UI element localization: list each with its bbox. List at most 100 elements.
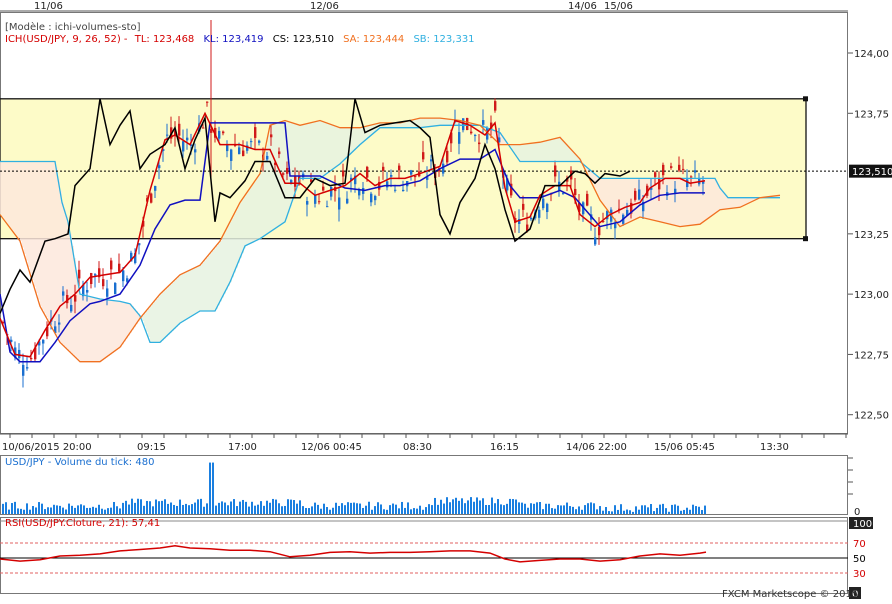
time-axis: 10/06/2015 20:00 09:15 17:00 12/06 00:45…: [0, 433, 848, 453]
volume-bar: [479, 500, 481, 514]
candle-body: [22, 364, 25, 376]
cloud-segment: [616, 178, 618, 222]
volume-bar: [482, 498, 484, 514]
cloud-segment: [314, 121, 316, 179]
volume-bar: [590, 502, 592, 514]
candle-body: [658, 179, 661, 190]
volume-bar: [146, 500, 148, 514]
rsi-panel[interactable]: RSI(USD/JPY.Cloture, 21): 57,41 100 70 5…: [0, 517, 873, 600]
candle-body: [58, 322, 61, 325]
cloud-segment: [128, 303, 130, 336]
volume-bar: [593, 503, 595, 514]
volume-bar: [383, 509, 385, 514]
candle-body: [206, 101, 209, 103]
cloud-segment: [232, 217, 234, 278]
range-box-handle[interactable]: [803, 96, 808, 102]
candle-body: [346, 198, 349, 204]
cloud-segment: [198, 266, 200, 313]
volume-bar: [182, 504, 184, 514]
candle-body: [670, 166, 673, 168]
cloud-segment: [144, 313, 146, 327]
candle-body: [394, 189, 397, 191]
cloud-segment: [436, 118, 438, 126]
candle-body: [242, 150, 245, 157]
price-tick-label: 122,50: [854, 411, 889, 422]
cloud-segment: [606, 178, 608, 209]
cloud-segment: [254, 182, 256, 242]
volume-bar: [494, 503, 496, 514]
volume-bar: [32, 506, 34, 514]
volume-bar: [428, 504, 430, 514]
cloud-segment: [544, 141, 546, 162]
volume-bar: [245, 501, 247, 514]
volume-bar: [302, 506, 304, 514]
indicator-legend: ICH(USD/JPY, 9, 26, 52) - TL: 123,468 KL…: [5, 34, 475, 45]
candle-body: [586, 193, 589, 206]
volume-bar: [206, 503, 208, 514]
cloud-segment: [216, 245, 218, 310]
current-price-label: 123,510: [852, 167, 892, 178]
volume-bar: [389, 505, 391, 514]
volume-bar: [233, 499, 235, 514]
top-date-label: 14/06: [568, 1, 597, 12]
range-box-handle[interactable]: [803, 236, 808, 242]
chart-svg[interactable]: 11/06 12/06 14/06 15/06 124,00 123,75 12…: [0, 0, 892, 600]
cloud-segment: [562, 139, 564, 162]
volume-bar: [623, 510, 625, 514]
volume-bar: [248, 506, 250, 514]
cloud-segment: [168, 286, 170, 335]
candle-body: [266, 155, 269, 160]
candle-body: [382, 166, 385, 171]
cloud-segment: [82, 294, 84, 362]
cloud-segment: [62, 202, 64, 345]
volume-bar: [485, 505, 487, 514]
volume-bar: [164, 499, 166, 514]
cloud-segment: [190, 270, 192, 318]
volume-bar: [329, 509, 331, 514]
volume-bar: [101, 508, 103, 514]
cloud-segment: [434, 118, 436, 127]
volume-bar: [626, 509, 628, 514]
volume-bar: [377, 502, 379, 514]
price-tick-label: 124,00: [854, 49, 889, 60]
candle-body: [322, 186, 325, 191]
cloud-segment: [444, 118, 446, 126]
cloud-segment: [70, 233, 72, 353]
volume-bar: [392, 503, 394, 514]
volume-bar: [83, 505, 85, 514]
cloud-segment: [346, 127, 348, 159]
volume-bar: [122, 502, 124, 514]
top-date-label: 11/06: [34, 1, 63, 12]
volume-bar: [431, 505, 433, 514]
volume-bar: [350, 502, 352, 514]
cloud-segment: [736, 197, 738, 208]
cloud-segment: [664, 178, 666, 223]
cloud-segment: [68, 221, 70, 351]
cloud-segment: [732, 197, 734, 209]
cloud-segment: [540, 142, 542, 162]
volume-bar: [113, 501, 115, 514]
cloud-segment: [250, 188, 252, 244]
volume-bar: [470, 497, 472, 514]
volume-bar: [47, 507, 49, 514]
cloud-segment: [188, 270, 190, 319]
cloud-segment: [526, 143, 528, 162]
cloud-segment: [530, 143, 532, 162]
cloud-segment: [48, 161, 50, 321]
cloud-segment: [94, 297, 96, 362]
volume-bar: [29, 509, 31, 514]
cloud-segment: [292, 122, 294, 202]
cloud-segment: [28, 161, 30, 268]
candle-body: [326, 206, 329, 208]
candle-body: [482, 120, 485, 125]
cloud-segment: [154, 301, 156, 343]
volume-bar: [656, 507, 658, 514]
volume-panel[interactable]: USD/JPY - Volume du tick: 480 0: [0, 455, 861, 519]
cloud-segment: [326, 122, 328, 175]
volume-bar: [353, 502, 355, 514]
candle-body: [546, 203, 549, 213]
candle-body: [238, 147, 241, 155]
cloud-segment: [308, 123, 310, 179]
volume-bar: [263, 505, 265, 514]
cloud-segment: [160, 294, 162, 343]
